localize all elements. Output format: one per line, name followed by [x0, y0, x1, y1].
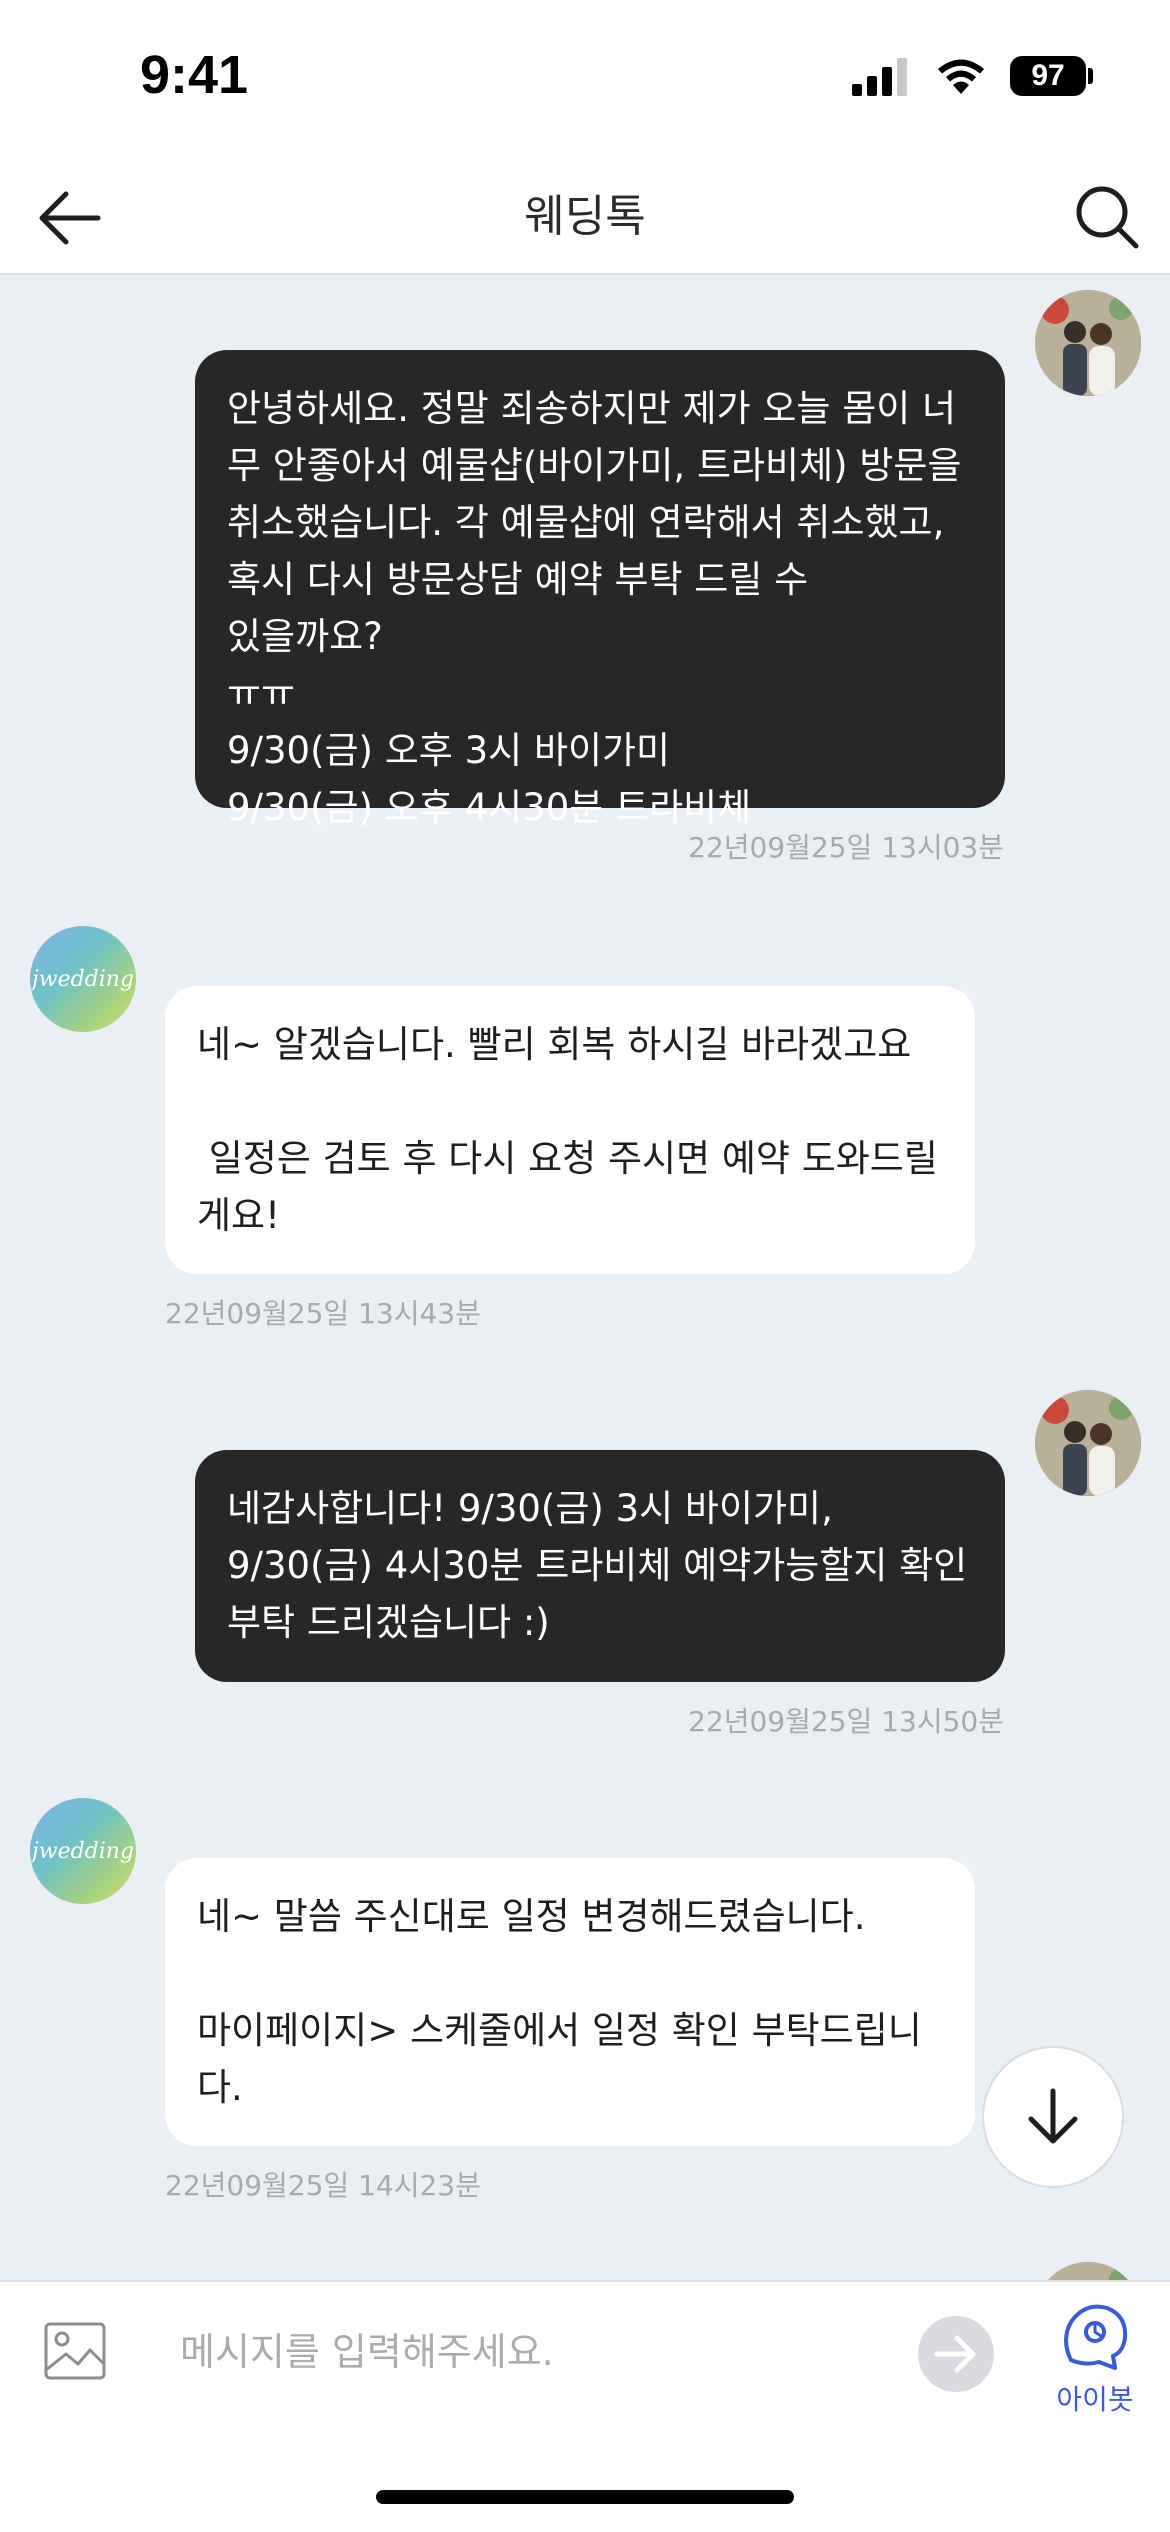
message-bubble-incoming: 네~ 말씀 주신대로 일정 변경해드렸습니다. 마이페이지> 스케줄에서 일정 …	[165, 1858, 975, 2146]
search-icon	[1076, 186, 1139, 249]
attach-image-button[interactable]	[42, 2318, 108, 2384]
message-timestamp: 22년09월25일 13시50분	[688, 1705, 1004, 1738]
ibot-label: 아이봇	[1056, 2383, 1134, 2416]
status-time: 9:41	[140, 45, 249, 105]
send-button[interactable]	[918, 2316, 994, 2392]
cellular-signal-icon	[852, 58, 907, 96]
brand-avatar[interactable]: jwedding	[30, 1798, 136, 1904]
chat-header: 웨딩톡	[0, 160, 1170, 275]
arrow-down-icon	[1028, 2088, 1078, 2144]
message-timestamp: 22년09월25일 13시43분	[165, 1297, 481, 1330]
bot-head-icon	[1064, 2304, 1128, 2370]
message-input[interactable]	[180, 2312, 880, 2392]
brand-logo-text: jwedding	[31, 1838, 135, 1864]
home-indicator	[376, 2490, 794, 2504]
status-bar: 9:41 97	[0, 0, 1170, 160]
message-bubble-outgoing: 안녕하세요. 정말 죄송하지만 제가 오늘 몸이 너 무 안좋아서 예물샵(바이…	[195, 350, 1005, 829]
message-bubble-incoming: 네~ 알겠습니다. 빨리 회복 하시길 바라겠고요 일정은 검토 후 다시 요청…	[165, 986, 975, 1274]
battery-level: 97	[1031, 59, 1065, 92]
wifi-icon	[938, 59, 984, 94]
battery-indicator: 97	[1010, 56, 1086, 96]
arrow-right-icon	[934, 2335, 976, 2373]
scroll-to-bottom-button[interactable]	[982, 2046, 1124, 2188]
image-icon	[44, 2322, 106, 2380]
user-avatar[interactable]	[1035, 1390, 1141, 1496]
search-button[interactable]	[1064, 174, 1150, 260]
couple-photo-icon	[1035, 1390, 1141, 1496]
message-bubble-outgoing: 네감사합니다! 9/30(금) 3시 바이가미, 9/30(금) 4시30분 트…	[195, 1450, 1005, 1682]
page-title: 웨딩톡	[524, 191, 646, 242]
message-timestamp: 22년09월25일 13시03분	[688, 831, 1004, 864]
brand-avatar[interactable]: jwedding	[30, 926, 136, 1032]
message-timestamp: 22년09월25일 14시23분	[165, 2169, 481, 2202]
brand-logo-text: jwedding	[31, 966, 135, 992]
ibot-button[interactable]: 아이봇	[1045, 2300, 1145, 2430]
couple-photo-icon	[1035, 290, 1141, 396]
user-avatar[interactable]	[1035, 290, 1141, 396]
battery-nub	[1088, 68, 1093, 84]
